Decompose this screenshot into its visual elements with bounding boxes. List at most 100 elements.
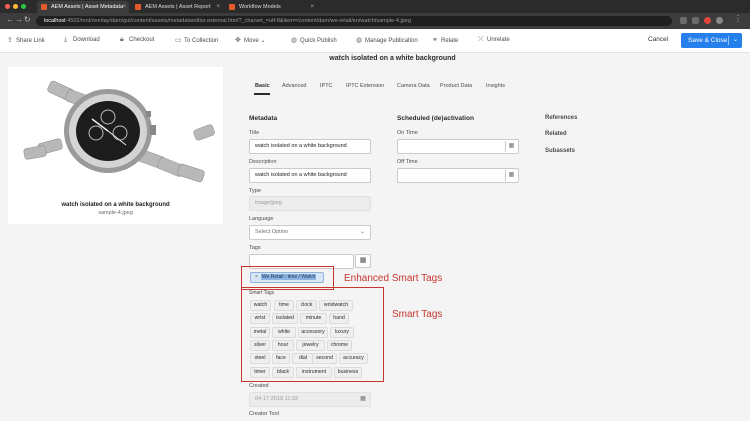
off-time-input[interactable]: ▦ [397,168,519,183]
smart-tags-annotation: Smart Tags [392,309,443,320]
globe-icon: ◍ [291,37,298,44]
checkout-button[interactable]: 🔒︎ Checkout [120,36,154,44]
window-controls[interactable] [5,4,26,9]
description-input[interactable]: watch isolated on a white background [249,168,371,183]
tab-basic[interactable]: Basic [255,83,270,89]
smart-tag-chip[interactable]: hour [272,340,294,351]
divider [728,36,729,45]
tags-label: Tags [249,245,261,251]
tab-label: AEM Assets | Asset Metadata [51,4,124,10]
move-button[interactable]: ✥ Move ⌄ [235,36,265,44]
smart-tag-chip[interactable]: accuracy [339,353,368,364]
save-label: Save & Close [688,37,728,44]
smart-tag-chip[interactable]: silver [250,340,270,351]
to-collection-button[interactable]: ▭ To Collection [175,36,218,44]
share-icon: ⇪ [7,37,13,44]
smart-tag-chip[interactable]: metal [250,327,270,338]
browser-tab-workflow-models[interactable]: Workflow Models × [225,1,317,13]
minimize-window-icon[interactable] [13,4,18,9]
browser-tab-asset-report[interactable]: AEM Assets | Asset Report × [131,1,223,13]
maximize-window-icon[interactable] [21,4,26,9]
aem-favicon [41,4,47,10]
description-label: Description [249,159,277,165]
smart-tag-chip[interactable]: second [312,353,337,364]
browser-menu-icon[interactable]: ⋮ [734,14,742,23]
smart-tag-chip[interactable]: time [274,300,294,311]
close-tab-icon[interactable]: × [310,1,314,13]
smart-tag-chip[interactable]: jewelry [296,340,325,351]
calendar-icon[interactable]: ▦ [505,170,517,181]
tab-iptc-extension[interactable]: IPTC Extension [346,83,384,89]
unrelate-icon: ⤫ [478,36,484,43]
close-tab-icon[interactable]: × [122,1,126,13]
save-and-close-button[interactable]: Save & Close ⌄ [681,33,742,48]
smart-tag-chip[interactable]: accessory [298,327,328,338]
language-selected-value: Select Option [255,229,289,235]
references-link[interactable]: References [545,115,577,121]
smart-tag-chip[interactable]: dial [292,353,314,364]
url-input[interactable]: localhost:4502/mnt/overlay/dam/gui/conte… [36,16,672,26]
tab-product-data[interactable]: Product Data [440,83,472,89]
smart-tag-chip[interactable]: hand [329,313,349,324]
on-time-input[interactable]: ▦ [397,139,519,154]
download-button[interactable]: ⤓ Download [64,36,100,44]
extension-icon[interactable] [680,17,687,24]
smart-tag-chip[interactable]: wrist [250,313,270,324]
active-tab-indicator [254,93,270,95]
browser-tab-asset-metadata[interactable]: AEM Assets | Asset Metadata × [37,1,129,13]
smart-tag-chip[interactable]: chrome [327,340,352,351]
title-input[interactable]: watch isolated on a white background [249,139,371,154]
smart-tag-chip[interactable]: isolated [272,313,298,324]
calendar-icon[interactable]: ▦ [505,141,517,152]
smart-tag-chip[interactable]: white [272,327,296,338]
asset-thumbnail[interactable] [8,67,223,199]
tab-label: Workflow Models [239,4,281,10]
smart-tag-chip[interactable]: face [272,353,290,364]
close-tab-icon[interactable]: × [216,1,220,13]
related-link[interactable]: Related [545,131,567,137]
smart-tag-chip[interactable]: minute [300,313,327,324]
relate-icon: ⚭ [432,37,438,44]
tab-iptc[interactable]: IPTC [320,83,333,89]
profile-avatar[interactable] [716,17,723,24]
asset-preview-card: watch isolated on a white background sam… [8,67,223,224]
watch-image [8,67,223,199]
extension-icon[interactable] [704,17,711,24]
smart-tag-chip[interactable]: steel [250,353,270,364]
smart-tag-chip[interactable]: clock [296,300,317,311]
off-time-label: Off Time [397,159,418,165]
smart-tag-chip[interactable]: watch [250,300,271,311]
unrelate-button[interactable]: ⤫ Unrelate [478,36,510,44]
relate-button[interactable]: ⚭ Relate [432,36,458,44]
smart-tag-chip[interactable]: timer [250,367,270,378]
tag-picker-button[interactable]: ▦ [355,254,371,268]
smart-tag-chip[interactable]: business [334,367,362,378]
chevron-down-icon: ⌄ [258,38,266,44]
language-select[interactable]: Select Option ⌄ [249,225,371,240]
chevron-down-icon[interactable]: ⌄ [733,33,738,48]
enhanced-smart-tag[interactable]: × We.Retail : time / Watch [250,272,324,283]
share-link-button[interactable]: ⇪ Share Link [7,36,45,44]
address-bar-row: ← → ↻ localhost:4502/mnt/overlay/dam/gui… [0,13,750,29]
aem-favicon [135,4,141,10]
tab-camera-data[interactable]: Camera Data [397,83,430,89]
cancel-button[interactable]: Cancel [648,36,668,43]
reload-icon[interactable]: ↻ [24,15,31,24]
forward-icon[interactable]: → [15,15,23,24]
tab-advanced[interactable]: Advanced [282,83,306,89]
smart-tag-chip[interactable]: black [272,367,294,378]
subassets-link[interactable]: Subassets [545,148,575,154]
extension-icon[interactable] [692,17,699,24]
back-icon[interactable]: ← [6,15,14,24]
smart-tag-chip[interactable]: luxury [330,327,354,338]
close-window-icon[interactable] [5,4,10,9]
tab-insights[interactable]: Insights [486,83,505,89]
created-value: 04-17-2018 11:32 [255,396,299,402]
quick-publish-button[interactable]: ◍ Quick Publish [291,36,337,44]
smart-tag-chip[interactable]: wristwatch [319,300,353,311]
tab-label: AEM Assets | Asset Report [145,4,211,10]
metadata-heading: Metadata [249,115,278,122]
manage-publication-button[interactable]: ◍ Manage Publication [356,36,418,44]
remove-tag-icon[interactable]: × [255,274,258,280]
smart-tag-chip[interactable]: instrument [296,367,332,378]
